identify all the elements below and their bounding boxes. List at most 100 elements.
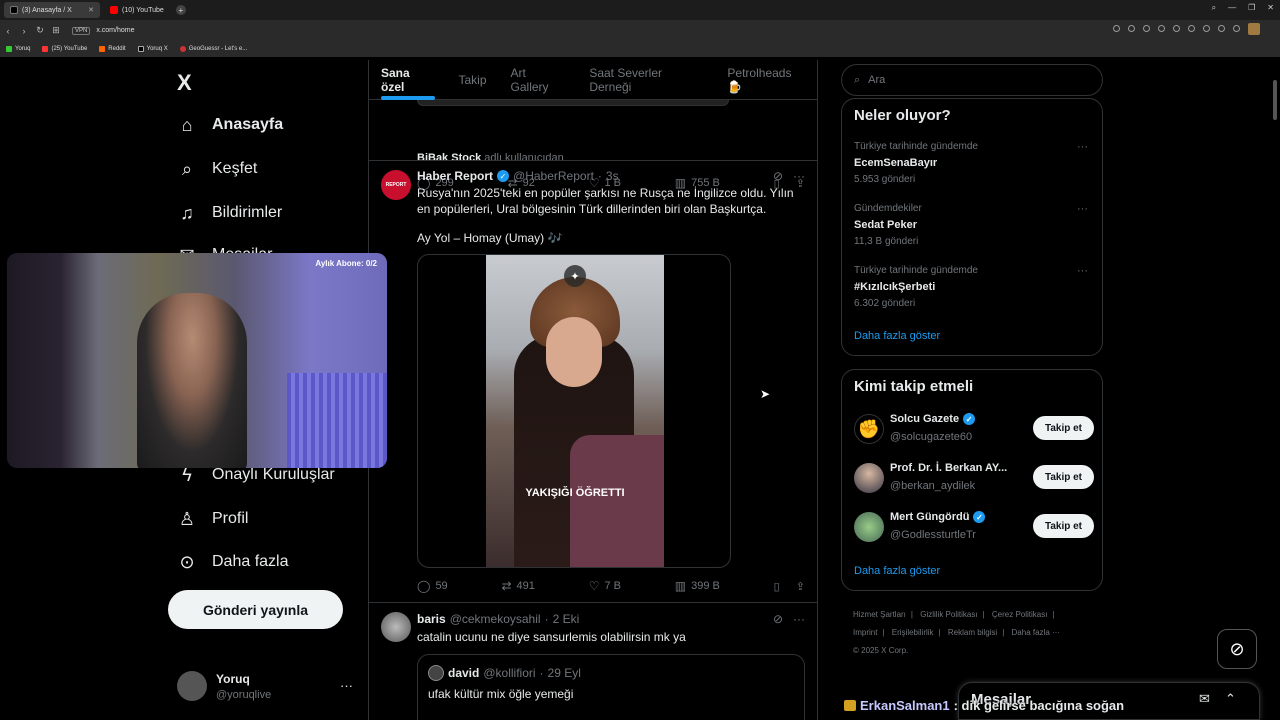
footer-link[interactable]: Daha fazla ··· [1012, 628, 1060, 637]
footer-link[interactable]: Çerez Politikası [992, 610, 1048, 619]
trends-title: Neler oluyor? [854, 107, 951, 124]
sidebar-item-explore[interactable]: ⌕ Keşfet [176, 158, 257, 180]
quoted-post[interactable]: david @kollifiori · 29 Eyl ufak kültür m… [417, 654, 805, 720]
more-dots-icon[interactable]: ··· [1077, 265, 1088, 277]
bookmark-item[interactable]: Yoruq [6, 46, 30, 52]
more-dots-icon[interactable]: ··· [1077, 203, 1088, 215]
post-video[interactable]: ✦ YAKIŞIĞI ÖĞRETTI [417, 254, 731, 568]
trend-item[interactable]: Türkiye tarihinde gündemde #KızılcıkŞerb… [854, 265, 1094, 309]
close-tab-icon[interactable]: ✕ [88, 6, 94, 14]
footer-link[interactable]: Gizlilik Politikası [920, 610, 977, 619]
follow-suggestion[interactable]: Prof. Dr. İ. Berkan AY... @berkan_aydile… [854, 459, 1094, 499]
heart-icon[interactable] [1203, 25, 1210, 32]
search-input[interactable]: ⌕ Ara [841, 64, 1103, 96]
play-icon[interactable] [1188, 25, 1195, 32]
like-button[interactable]: ♡ 7 B [589, 579, 621, 593]
trend-item[interactable]: Türkiye tarihinde gündemde EcemSenaBayır… [854, 141, 1094, 185]
bookmark-item[interactable]: Reddit [99, 46, 126, 52]
footer-link[interactable]: Imprint [853, 628, 877, 637]
author-name[interactable]: Haber Report [417, 169, 493, 183]
vpn-badge[interactable]: VPN [72, 26, 91, 35]
tab-for-you[interactable]: Sana özel [381, 60, 435, 100]
sidebar-item-notifications[interactable]: ♫ Bildirimler [176, 202, 282, 224]
who-to-follow-title: Kimi takip etmeli [854, 378, 974, 395]
wallet-icon[interactable] [1173, 25, 1180, 32]
download-icon[interactable] [1218, 25, 1225, 32]
grok-button[interactable]: ⊘ [1217, 629, 1257, 669]
post-haber-report[interactable]: REPORT Haber Report ✓ @HaberReport · 3s … [369, 160, 817, 602]
tab-petrolheads[interactable]: Petrolheads 🍺 [727, 60, 807, 100]
suggestion-name-row: Mert Güngördü ✓ [890, 511, 986, 523]
expand-icon[interactable]: ⌃ [1225, 691, 1236, 707]
avatar[interactable] [381, 612, 411, 642]
url-field[interactable]: x.com/home [96, 27, 134, 34]
profile-avatar-icon[interactable] [1248, 23, 1260, 35]
sidebar-item-profile[interactable]: ♙ Profil [176, 508, 249, 530]
avatar[interactable]: REPORT [381, 170, 411, 200]
tab-following[interactable]: Takip [459, 60, 487, 100]
more-dots-icon[interactable]: ··· [793, 169, 805, 183]
x-logo-icon[interactable]: X [177, 70, 192, 96]
follow-button[interactable]: Takip et [1032, 465, 1094, 489]
more-dots-icon[interactable]: ··· [1077, 141, 1088, 153]
footer-link[interactable]: Reklam bilgisi [948, 628, 997, 637]
sidebar-item-more[interactable]: ⊙ Daha fazla [176, 551, 289, 573]
reply-button[interactable]: ◯ 59 [417, 579, 448, 593]
sidebar-item-label: Bildirimler [212, 204, 283, 221]
footer-link[interactable]: Hizmet Şartları [853, 610, 906, 619]
post-button[interactable]: Gönderi yayınla [168, 590, 343, 629]
follow-suggestion[interactable]: ✊ Solcu Gazete ✓ @solcugazete60 Takip et [854, 410, 1094, 450]
shield-icon[interactable] [1158, 25, 1165, 32]
sidebar-item-label: Daha fazla [212, 553, 289, 570]
restore-icon[interactable]: ❐ [1248, 3, 1255, 13]
sparkle-icon[interactable]: ✦ [564, 265, 586, 287]
bookmark-item[interactable]: GeoGuessr - Let's e... [179, 46, 247, 52]
trend-item[interactable]: Gündemdekiler Sedat Peker 11,3 B gönderi… [854, 203, 1094, 247]
grid-icon[interactable]: ⊞ [48, 25, 64, 36]
video-subject-coat [570, 435, 664, 567]
post-baris[interactable]: baris @cekmekoysahil · 2 Eki ⊘ ··· catal… [369, 602, 817, 720]
footer-link[interactable]: Erişilebilirlik [892, 628, 934, 637]
author-handle[interactable]: @HaberReport [513, 169, 594, 183]
post-time[interactable]: 3s [606, 169, 619, 183]
tab-art-gallery[interactable]: Art Gallery [511, 60, 566, 100]
camera-icon[interactable] [1143, 25, 1150, 32]
bookmark-icon[interactable]: ▯ [774, 580, 780, 593]
show-more-link[interactable]: Daha fazla göster [854, 565, 940, 577]
forward-icon[interactable]: › [16, 26, 32, 36]
minimize-icon[interactable]: — [1228, 3, 1236, 13]
more-dots-icon[interactable]: ··· [340, 678, 353, 693]
reload-icon[interactable]: ↻ [32, 25, 48, 36]
share-icon[interactable]: ⇪ [796, 580, 805, 593]
menu-icon[interactable] [1233, 25, 1240, 32]
close-icon[interactable]: ✕ [1267, 3, 1274, 13]
author-handle[interactable]: @cekmekoysahil [450, 612, 541, 626]
back-icon[interactable]: ‹ [0, 26, 16, 36]
more-dots-icon[interactable]: ··· [793, 612, 805, 626]
author-name[interactable]: baris [417, 612, 446, 626]
new-message-icon[interactable]: ✉ [1199, 691, 1210, 707]
browser-tab-youtube[interactable]: (10) YouTube [104, 2, 170, 18]
bookmark-item[interactable]: (25) YouTube [42, 46, 87, 52]
scrollbar-thumb[interactable] [1273, 80, 1277, 120]
scrollbar[interactable] [1272, 60, 1278, 720]
views-button[interactable]: ▥ 399 B [675, 579, 720, 593]
follow-button[interactable]: Takip et [1032, 416, 1094, 440]
post-time[interactable]: 2 Eki [553, 612, 580, 626]
tab-saat-severler[interactable]: Saat Severler Derneği [589, 60, 703, 100]
browser-tab-x[interactable]: (3) Anasayfa / X ✕ [4, 2, 100, 18]
post-media[interactable] [417, 100, 729, 106]
sidebar-item-home[interactable]: ⌂ Anasayfa [176, 114, 284, 136]
zoom-icon[interactable] [1113, 25, 1120, 32]
account-switcher[interactable]: Yoruq @yoruqlive ··· [177, 668, 357, 704]
follow-suggestion[interactable]: Mert Güngördü ✓ @GodlessturtleTr Takip et [854, 508, 1094, 548]
grok-icon[interactable]: ⊘ [773, 169, 783, 183]
grok-icon[interactable]: ⊘ [773, 612, 783, 626]
new-tab-button[interactable]: + [175, 5, 186, 15]
share-icon[interactable] [1128, 25, 1135, 32]
bookmark-item[interactable]: Yoruq X [137, 46, 168, 52]
repost-button[interactable]: ⇄ 491 [501, 579, 534, 593]
show-more-link[interactable]: Daha fazla göster [854, 330, 940, 342]
follow-button[interactable]: Takip et [1032, 514, 1094, 538]
search-icon[interactable]: ⌕ [1212, 3, 1216, 13]
